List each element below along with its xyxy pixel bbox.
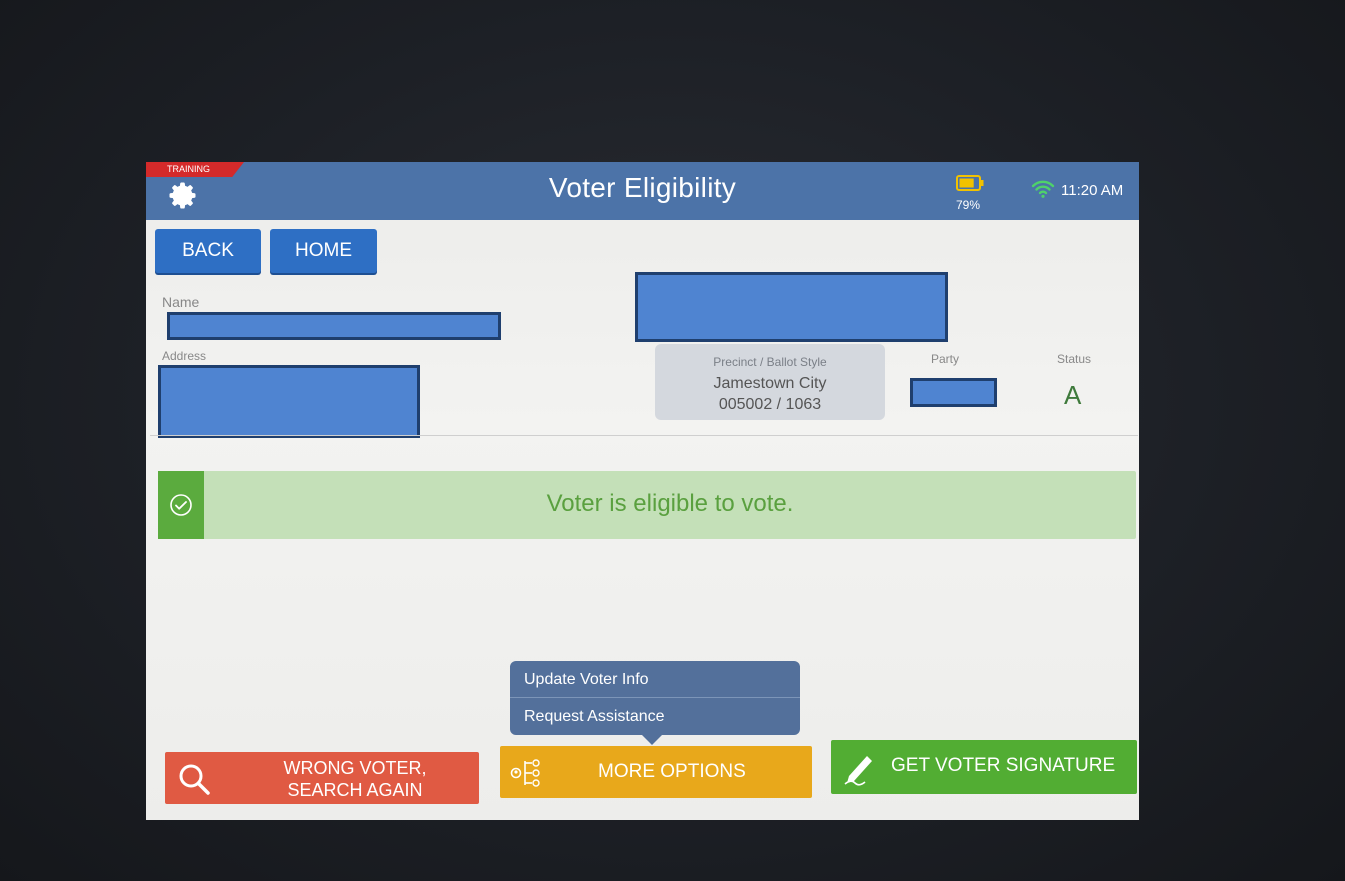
menu-pointer <box>642 735 662 745</box>
party-redacted <box>910 378 997 407</box>
status-value: A <box>1064 380 1082 410</box>
name-redacted <box>167 312 501 340</box>
get-signature-button[interactable]: GET VOTER SIGNATURE <box>831 740 1137 794</box>
wrong-voter-text: WRONG VOTER, SEARCH AGAIN <box>255 757 455 801</box>
check-circle-icon <box>170 494 192 516</box>
status-label: Status <box>1057 352 1092 366</box>
precinct-code: 005002 / 1063 <box>718 396 822 413</box>
id-redacted <box>635 272 948 342</box>
clock: 11:20 AM <box>1061 182 1124 199</box>
menu-separator <box>510 697 800 698</box>
more-options-menu: Update Voter Info Request Assistance <box>510 661 800 745</box>
address-label: Address <box>162 349 207 363</box>
get-signature-label: GET VOTER SIGNATURE <box>891 755 1116 776</box>
eligibility-icon-box <box>158 471 204 539</box>
wrong-voter-line2: SEARCH AGAIN <box>287 780 423 800</box>
precinct-card: Precinct / Ballot Style Jamestown City 0… <box>655 344 885 420</box>
address-redacted <box>158 365 420 438</box>
search-icon <box>179 764 210 795</box>
precinct-name: Jamestown City <box>713 375 827 392</box>
options-tree-icon <box>510 759 540 787</box>
wifi-icon <box>1031 180 1055 198</box>
precinct-label: Precinct / Ballot Style <box>713 355 827 369</box>
party-label: Party <box>931 352 960 366</box>
battery-icon <box>956 175 984 191</box>
home-button[interactable]: HOME <box>270 229 377 273</box>
more-options-button[interactable]: MORE OPTIONS <box>500 746 812 798</box>
tablet-screen: TRAINING Voter Eligibility 79% 11:20 AM … <box>146 162 1139 820</box>
pen-icon <box>844 756 872 786</box>
wrong-voter-button[interactable]: WRONG VOTER, SEARCH AGAIN <box>165 752 479 804</box>
menu-item-request-assistance[interactable]: Request Assistance <box>524 708 665 726</box>
wrong-voter-line1: WRONG VOTER, <box>283 758 427 778</box>
name-label: Name <box>162 294 200 310</box>
more-options-label: MORE OPTIONS <box>598 761 746 782</box>
menu-item-update-voter-info[interactable]: Update Voter Info <box>524 671 649 689</box>
battery-percent: 79% <box>956 198 981 212</box>
page-title: Voter Eligibility <box>548 172 737 203</box>
back-button[interactable]: BACK <box>155 229 261 273</box>
divider <box>150 435 1138 436</box>
eligibility-banner: Voter is eligible to vote. <box>158 471 1136 539</box>
header-bar: TRAINING Voter Eligibility 79% 11:20 AM <box>146 162 1139 220</box>
eligibility-message: Voter is eligible to vote. <box>546 490 794 517</box>
